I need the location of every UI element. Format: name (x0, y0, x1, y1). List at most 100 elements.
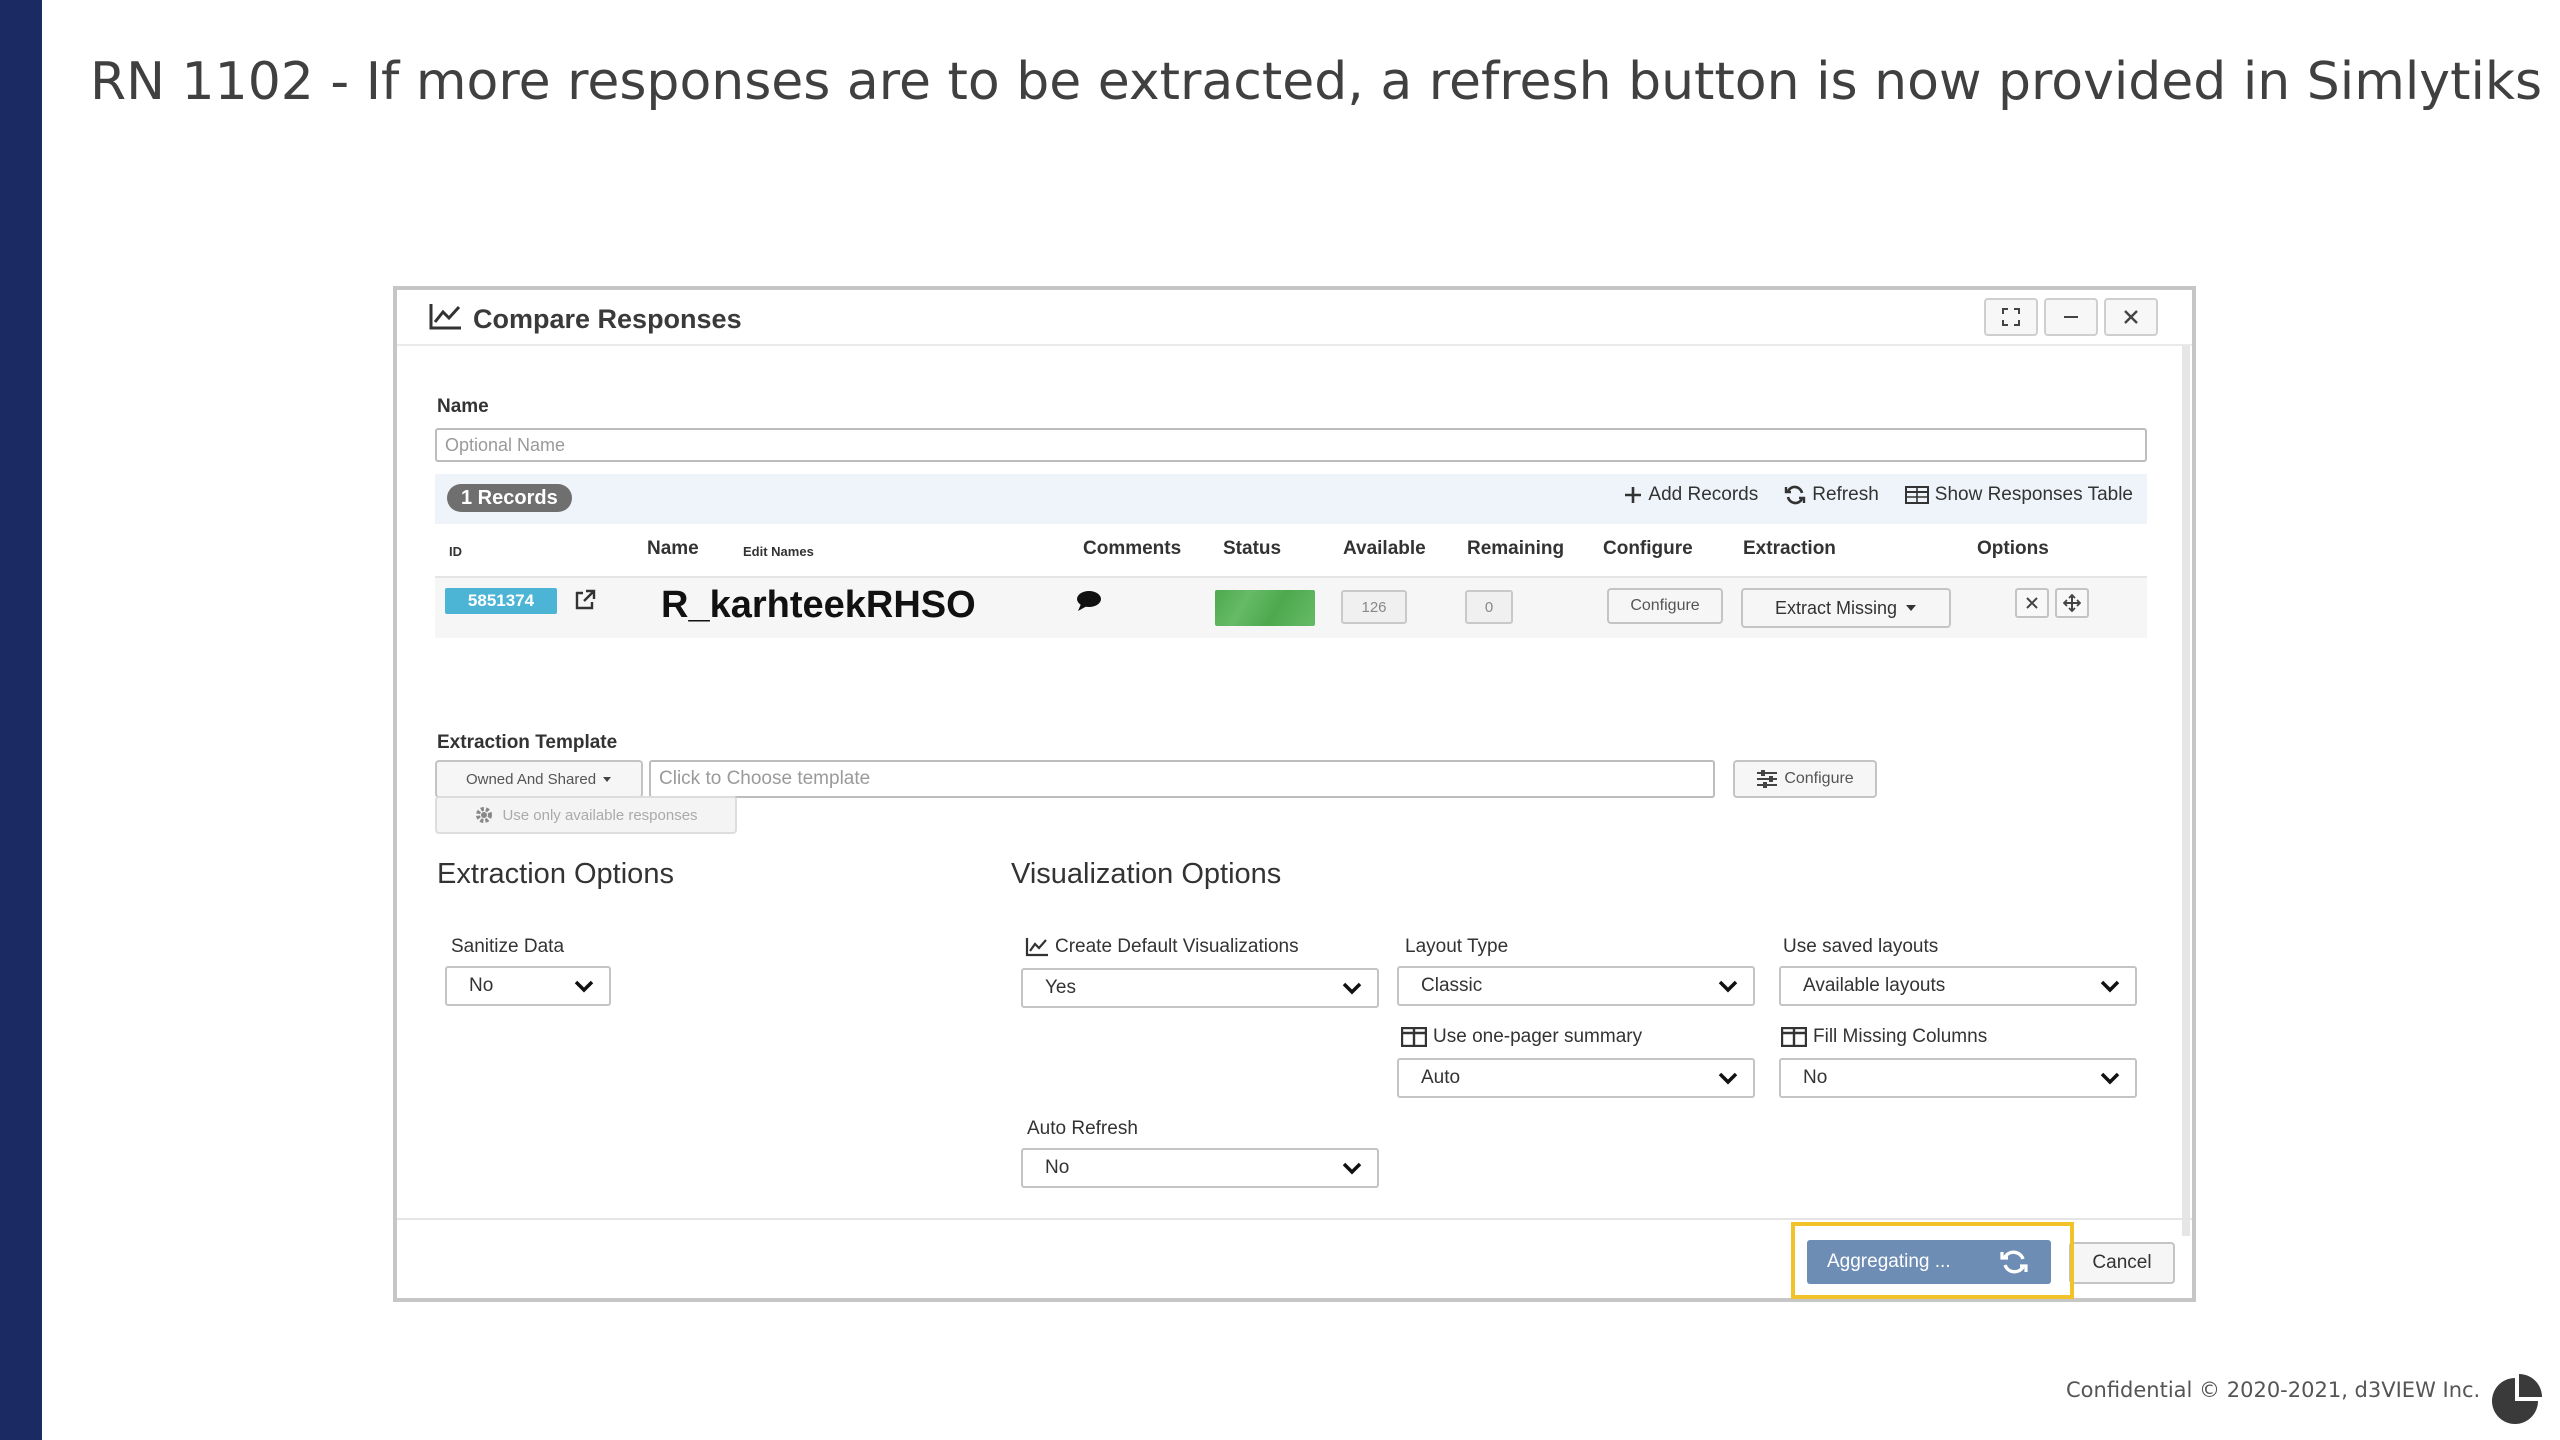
record-id-badge[interactable]: 5851374 (445, 588, 557, 614)
record-configure-button[interactable]: Configure (1607, 588, 1723, 624)
sanitize-data-value: No (469, 975, 494, 996)
chevron-down-icon (1718, 1072, 1738, 1085)
add-records-label: Add Records (1648, 484, 1759, 505)
show-table-label: Show Responses Table (1934, 484, 2133, 505)
sliders-icon (1757, 770, 1778, 788)
highlight-box (1791, 1222, 2074, 1299)
scrollbar[interactable] (2182, 346, 2190, 1236)
auto-refresh-select[interactable]: No (1021, 1148, 1379, 1188)
close-icon (2026, 597, 2038, 609)
visualization-options-title: Visualization Options (1011, 858, 1282, 890)
col-status: Status (1223, 538, 1282, 559)
col-comments: Comments (1083, 538, 1182, 559)
use-available-responses-button[interactable]: Use only available responses (435, 796, 737, 834)
close-icon (2124, 310, 2138, 324)
template-chooser-input[interactable]: Click to Choose template (649, 760, 1715, 798)
auto-refresh-value: No (1045, 1157, 1070, 1178)
create-default-select[interactable]: Yes (1021, 968, 1379, 1008)
dialog-title: Compare Responses (429, 302, 742, 337)
template-configure-label: Configure (1784, 770, 1854, 787)
layout-type-value: Classic (1421, 975, 1483, 996)
extraction-template-label: Extraction Template (437, 732, 618, 753)
col-extraction: Extraction (1743, 538, 1836, 559)
table-icon (1904, 486, 1929, 504)
records-count-badge: 1 Records (447, 484, 572, 512)
comment-icon[interactable] (1075, 590, 1103, 617)
layout-type-label: Layout Type (1405, 936, 1509, 957)
company-logo (2492, 1374, 2542, 1424)
col-id: ID (449, 544, 462, 559)
template-owner-dropdown[interactable]: Owned And Shared (435, 760, 643, 798)
col-configure: Configure (1603, 538, 1693, 559)
create-default-label: Create Default Visualizations (1025, 936, 1299, 958)
saved-layouts-select[interactable]: Available layouts (1779, 966, 2137, 1006)
dialog-title-text: Compare Responses (473, 304, 742, 334)
col-options: Options (1977, 538, 2049, 559)
saved-layouts-label: Use saved layouts (1783, 936, 1939, 957)
expand-icon (2002, 308, 2020, 326)
gear-icon (476, 807, 493, 823)
minimize-button[interactable] (2044, 298, 2098, 336)
chevron-down-icon (1342, 982, 1362, 995)
one-pager-label: Use one-pager summary (1401, 1026, 1642, 1048)
caret-down-icon (1906, 605, 1917, 611)
slide-title: RN 1102 - If more responses are to be ex… (90, 52, 2543, 112)
remaining-count: 0 (1465, 590, 1513, 624)
dialog-header: Compare Responses (397, 290, 2192, 346)
show-responses-table-button[interactable]: Show Responses Table (1904, 484, 2133, 506)
fill-missing-label: Fill Missing Columns (1781, 1026, 1987, 1048)
plus-icon (1625, 487, 1642, 503)
extract-missing-dropdown[interactable]: Extract Missing (1741, 588, 1951, 628)
confidential-footer: Confidential © 2020-2021, d3VIEW Inc. (2066, 1378, 2481, 1402)
record-name: R_karhteekRHSO (661, 584, 976, 626)
chevron-down-icon (1342, 1162, 1362, 1175)
col-remaining: Remaining (1467, 538, 1565, 559)
move-record-button[interactable] (2055, 588, 2089, 618)
close-button[interactable] (2104, 298, 2158, 336)
sanitize-data-select[interactable]: No (445, 966, 611, 1006)
chevron-down-icon (574, 980, 594, 993)
columns-icon (1781, 1027, 1807, 1047)
sanitize-data-label: Sanitize Data (451, 936, 565, 957)
extraction-options-title: Extraction Options (437, 858, 674, 890)
caret-down-icon (603, 776, 612, 782)
template-owner-label: Owned And Shared (465, 770, 597, 788)
col-edit-names[interactable]: Edit Names (743, 544, 814, 559)
records-toolbar: 1 Records Add Records Refresh Show Respo… (435, 474, 2147, 524)
compare-responses-dialog: Compare Responses Name Optional Name 1 R… (393, 286, 2196, 1302)
fill-missing-value: No (1803, 1067, 1828, 1088)
remove-record-button[interactable] (2015, 588, 2049, 618)
external-link-icon[interactable] (573, 588, 597, 617)
one-pager-select[interactable]: Auto (1397, 1058, 1755, 1098)
use-available-label: Use only available responses (502, 806, 698, 824)
chevron-down-icon (2100, 980, 2120, 993)
refresh-button[interactable]: Refresh (1784, 484, 1879, 506)
refresh-label: Refresh (1812, 484, 1879, 505)
name-input[interactable]: Optional Name (435, 428, 2147, 462)
move-icon (2063, 594, 2081, 612)
available-count: 126 (1341, 590, 1407, 624)
line-chart-icon (1025, 938, 1048, 957)
template-configure-button[interactable]: Configure (1733, 760, 1877, 798)
chevron-down-icon (2100, 1072, 2120, 1085)
one-pager-value: Auto (1421, 1067, 1461, 1088)
fill-missing-select[interactable]: No (1779, 1058, 2137, 1098)
dialog-footer-divider (397, 1218, 2192, 1220)
maximize-button[interactable] (1984, 298, 2038, 336)
extract-missing-label: Extract Missing (1774, 597, 1898, 618)
slide-accent-bar (0, 0, 42, 1440)
refresh-icon (1785, 485, 1806, 505)
line-chart-icon (429, 302, 463, 337)
add-records-button[interactable]: Add Records (1624, 484, 1758, 506)
name-label: Name (437, 396, 489, 417)
auto-refresh-label: Auto Refresh (1027, 1118, 1138, 1139)
col-available: Available (1343, 538, 1426, 559)
create-default-value: Yes (1045, 977, 1076, 998)
table-row: 5851374 R_karhteekRHSO 126 0 Configure E… (435, 576, 2147, 638)
col-name: Name (647, 538, 699, 559)
minimize-icon (2064, 316, 2078, 318)
layout-type-select[interactable]: Classic (1397, 966, 1755, 1006)
cancel-button[interactable]: Cancel (2069, 1242, 2175, 1284)
saved-layouts-value: Available layouts (1803, 975, 1946, 996)
columns-icon (1401, 1027, 1427, 1047)
